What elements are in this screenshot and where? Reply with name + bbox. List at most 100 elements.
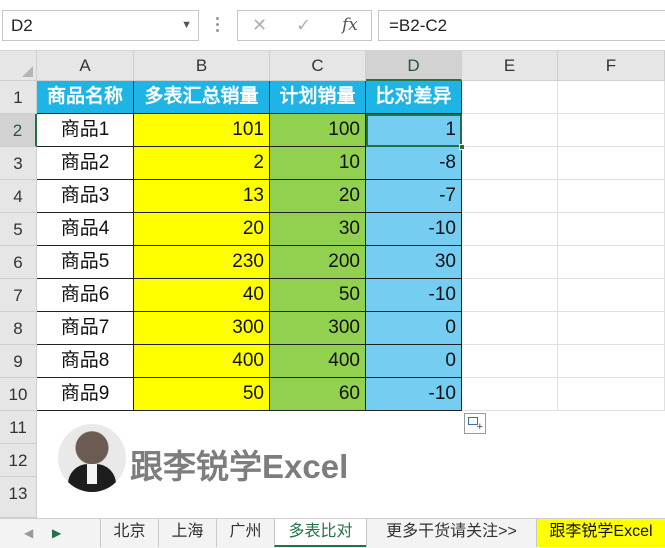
empty-cell[interactable]: [558, 81, 665, 114]
summary-sales-cell[interactable]: 300: [134, 312, 270, 345]
row-header[interactable]: 13: [0, 477, 37, 518]
plan-sales-cell[interactable]: 200: [270, 246, 366, 279]
empty-cell[interactable]: [462, 345, 558, 378]
diff-cell[interactable]: 0: [366, 345, 462, 378]
empty-cell[interactable]: [462, 147, 558, 180]
product-name-cell[interactable]: 商品7: [37, 312, 134, 345]
plan-sales-cell[interactable]: 100: [270, 114, 366, 147]
empty-cell[interactable]: [558, 147, 665, 180]
summary-sales-cell[interactable]: 101: [134, 114, 270, 147]
row-header[interactable]: 11: [0, 411, 37, 444]
empty-cell[interactable]: [558, 246, 665, 279]
plan-sales-cell[interactable]: 10: [270, 147, 366, 180]
select-all-corner[interactable]: [0, 51, 37, 81]
row-header[interactable]: 7: [0, 279, 37, 312]
cancel-icon[interactable]: ✕: [252, 15, 267, 36]
tab-guangzhou[interactable]: 广州: [216, 519, 274, 547]
tab-shanghai[interactable]: 上海: [158, 519, 216, 547]
summary-sales-cell[interactable]: 50: [134, 378, 270, 411]
tab-more[interactable]: 更多干货请关注>>: [366, 519, 536, 547]
product-name-cell[interactable]: 商品4: [37, 213, 134, 246]
plan-sales-cell[interactable]: 30: [270, 213, 366, 246]
empty-cell[interactable]: [558, 180, 665, 213]
diff-cell[interactable]: 1: [366, 114, 462, 147]
diff-cell[interactable]: -10: [366, 378, 462, 411]
tab-promo[interactable]: 跟李锐学Excel: [536, 519, 665, 547]
product-name-cell[interactable]: 商品8: [37, 345, 134, 378]
plan-sales-cell[interactable]: 400: [270, 345, 366, 378]
diff-cell[interactable]: -8: [366, 147, 462, 180]
column-header-a[interactable]: A: [37, 51, 134, 81]
column-header-e[interactable]: E: [462, 51, 558, 81]
summary-sales-cell[interactable]: 2: [134, 147, 270, 180]
row-header[interactable]: 2: [0, 114, 37, 147]
row-header[interactable]: 10: [0, 378, 37, 411]
empty-cell[interactable]: [558, 378, 665, 411]
column-header-d[interactable]: D: [366, 51, 462, 81]
empty-cell[interactable]: [558, 312, 665, 345]
column-header-b[interactable]: B: [134, 51, 270, 81]
name-box[interactable]: D2 ▼: [2, 10, 199, 41]
scroll-right-icon[interactable]: ▶: [52, 526, 61, 540]
product-name-cell[interactable]: 商品6: [37, 279, 134, 312]
tab-compare[interactable]: 多表比对: [274, 519, 366, 547]
row-header[interactable]: 5: [0, 213, 37, 246]
insert-function-icon[interactable]: fx: [342, 15, 358, 35]
column-header-f[interactable]: F: [558, 51, 665, 81]
empty-cell[interactable]: [462, 378, 558, 411]
quick-analysis-icon[interactable]: +: [464, 413, 486, 434]
empty-cell[interactable]: [462, 114, 558, 147]
empty-cell[interactable]: [462, 279, 558, 312]
diff-cell[interactable]: -10: [366, 213, 462, 246]
row-header[interactable]: 8: [0, 312, 37, 345]
empty-cell[interactable]: [462, 312, 558, 345]
enter-icon[interactable]: ✓: [296, 15, 311, 36]
empty-cell[interactable]: [558, 114, 665, 147]
formula-input[interactable]: =B2-C2: [378, 10, 665, 41]
empty-cell[interactable]: [462, 246, 558, 279]
row-header[interactable]: 4: [0, 180, 37, 213]
product-name-cell[interactable]: 商品5: [37, 246, 134, 279]
formula-buttons: ✕ ✓ fx: [237, 10, 372, 41]
row-header[interactable]: 6: [0, 246, 37, 279]
fill-handle[interactable]: [459, 144, 465, 150]
plan-sales-cell[interactable]: 300: [270, 312, 366, 345]
empty-cell[interactable]: [558, 213, 665, 246]
summary-sales-cell[interactable]: 20: [134, 213, 270, 246]
summary-sales-cell[interactable]: 400: [134, 345, 270, 378]
scroll-left-icon[interactable]: ◀: [24, 526, 33, 540]
header-cell-diff[interactable]: 比对差异: [366, 81, 462, 114]
row-header[interactable]: 3: [0, 147, 37, 180]
formula-bar: D2 ▼ ✕ ✓ fx =B2-C2: [0, 0, 665, 51]
diff-cell[interactable]: 30: [366, 246, 462, 279]
product-name-cell[interactable]: 商品2: [37, 147, 134, 180]
empty-cell[interactable]: [558, 279, 665, 312]
row-header[interactable]: 12: [0, 444, 37, 477]
avatar: [58, 424, 126, 492]
header-cell-plan[interactable]: 计划销量: [270, 81, 366, 114]
plan-sales-cell[interactable]: 20: [270, 180, 366, 213]
empty-cell[interactable]: [558, 345, 665, 378]
product-name-cell[interactable]: 商品3: [37, 180, 134, 213]
row-header[interactable]: 9: [0, 345, 37, 378]
diff-cell[interactable]: -7: [366, 180, 462, 213]
row-header[interactable]: 1: [0, 81, 37, 114]
diff-cell[interactable]: 0: [366, 312, 462, 345]
tab-beijing[interactable]: 北京: [100, 519, 158, 547]
drag-handle-icon[interactable]: [210, 14, 224, 36]
summary-sales-cell[interactable]: 40: [134, 279, 270, 312]
diff-cell[interactable]: -10: [366, 279, 462, 312]
header-cell-product[interactable]: 商品名称: [37, 81, 134, 114]
empty-cell[interactable]: [462, 213, 558, 246]
plan-sales-cell[interactable]: 60: [270, 378, 366, 411]
empty-cell[interactable]: [462, 180, 558, 213]
product-name-cell[interactable]: 商品9: [37, 378, 134, 411]
summary-sales-cell[interactable]: 230: [134, 246, 270, 279]
product-name-cell[interactable]: 商品1: [37, 114, 134, 147]
column-header-c[interactable]: C: [270, 51, 366, 81]
plan-sales-cell[interactable]: 50: [270, 279, 366, 312]
header-cell-summary[interactable]: 多表汇总销量: [134, 81, 270, 114]
chevron-down-icon[interactable]: ▼: [181, 19, 192, 31]
summary-sales-cell[interactable]: 13: [134, 180, 270, 213]
empty-cell[interactable]: [462, 81, 558, 114]
